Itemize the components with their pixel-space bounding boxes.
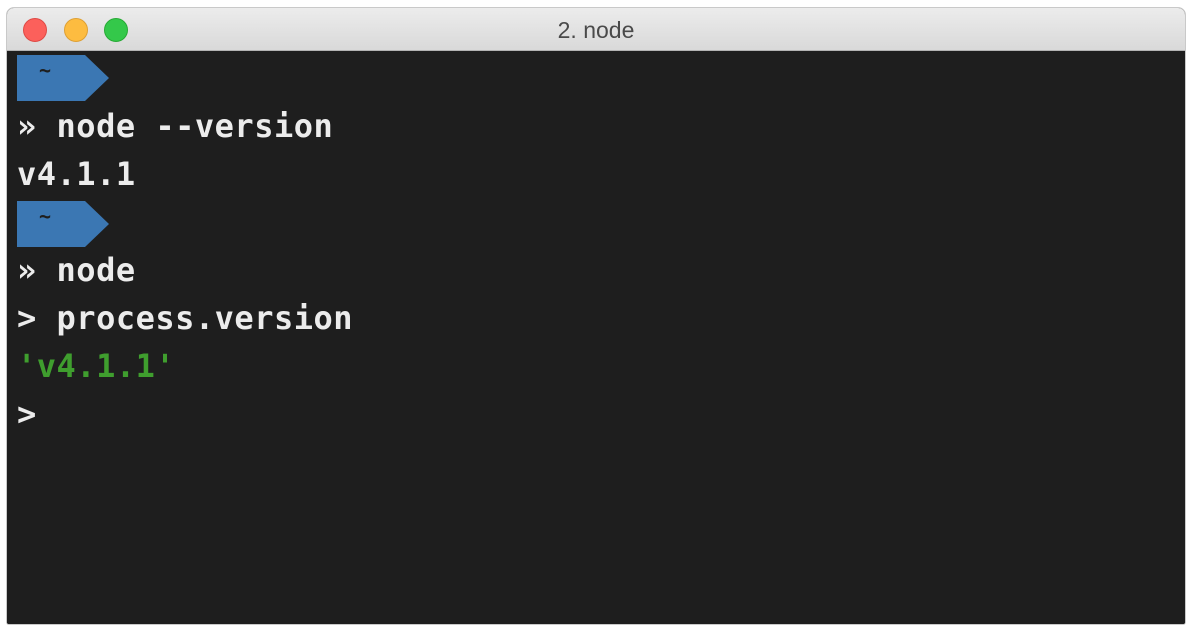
prompt-dir-label: ~ (39, 58, 52, 82)
terminal-window: 2. node ~ » node --version v4.1.1 ~ » no… (7, 8, 1185, 624)
command-text: node --version (56, 107, 334, 145)
repl-current-prompt[interactable]: > (17, 395, 37, 433)
title-bar: 2. node (7, 8, 1185, 51)
prompt-arrow-icon (17, 201, 109, 247)
command-line-2: » node (17, 251, 136, 289)
prompt-segment-2: ~ (17, 201, 109, 247)
terminal-output[interactable]: ~ » node --version v4.1.1 ~ » node > pro… (7, 51, 1185, 624)
prompt-segment-1: ~ (17, 55, 109, 101)
repl-input-text: process.version (56, 299, 354, 337)
prompt-marker: » (17, 251, 37, 289)
command-line-1: » node --version (17, 107, 333, 145)
repl-output-line: 'v4.1.1' (17, 347, 176, 385)
prompt-arrow-icon (17, 55, 109, 101)
output-line-1: v4.1.1 (17, 155, 136, 193)
repl-input-line: > process.version (17, 299, 353, 337)
repl-prompt-marker: > (17, 299, 37, 337)
prompt-marker: » (17, 107, 37, 145)
prompt-dir-label: ~ (39, 204, 52, 228)
window-title: 2. node (557, 17, 635, 43)
command-text: node (56, 251, 136, 289)
